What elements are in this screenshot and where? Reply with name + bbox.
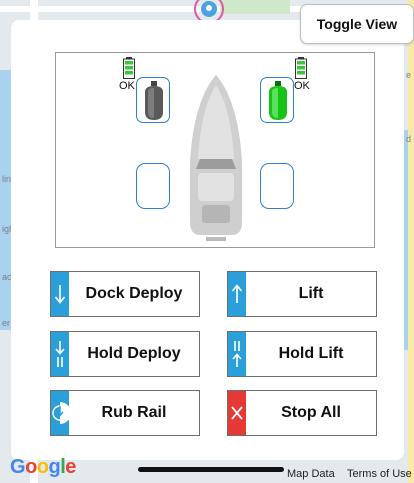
motor-inactive-icon: [145, 81, 163, 120]
stop-all-button[interactable]: Stop All: [227, 390, 377, 436]
hold-lift-button[interactable]: Hold Lift: [227, 331, 377, 377]
home-indicator[interactable]: [138, 467, 284, 472]
right-motor-button[interactable]: [260, 77, 294, 123]
rub-rail-label: Rub Rail: [101, 404, 167, 421]
motor-active-icon: [269, 81, 287, 120]
hold-lift-label: Hold Lift: [278, 345, 344, 362]
lift-label: Lift: [298, 285, 324, 302]
hold-arrow-up-icon: [228, 332, 246, 376]
battery-right-icon: [295, 57, 307, 79]
battery-left-icon: [123, 57, 135, 79]
arrow-down-hold-icon: [51, 332, 69, 376]
boat-display: OK OK: [55, 52, 375, 248]
right-battery-status: OK: [294, 80, 310, 92]
left-motor-button[interactable]: [136, 77, 170, 123]
google-logo: Google: [10, 456, 76, 478]
right-pad-button[interactable]: [260, 163, 294, 209]
dock-deploy-label: Dock Deploy: [85, 285, 183, 302]
toggle-view-button[interactable]: Toggle View: [300, 4, 414, 44]
left-pad-button[interactable]: [136, 163, 170, 209]
dock-deploy-button[interactable]: Dock Deploy: [50, 271, 200, 317]
stop-all-label: Stop All: [281, 404, 341, 421]
hold-deploy-label: Hold Deploy: [87, 345, 181, 362]
map-pin-icon[interactable]: [192, 0, 226, 22]
arrow-down-icon: [51, 272, 69, 316]
rub-rail-icon: [51, 391, 69, 435]
terms-of-use-link[interactable]: Terms of Use: [347, 468, 412, 480]
left-battery-status: OK: [119, 80, 135, 92]
boat-icon: [190, 75, 242, 241]
lift-button[interactable]: Lift: [227, 271, 377, 317]
hold-deploy-button[interactable]: Hold Deploy: [50, 331, 200, 377]
rub-rail-button[interactable]: Rub Rail: [50, 390, 200, 436]
arrow-up-icon: [228, 272, 246, 316]
map-data-link[interactable]: Map Data: [287, 468, 335, 480]
x-icon: [228, 391, 246, 435]
